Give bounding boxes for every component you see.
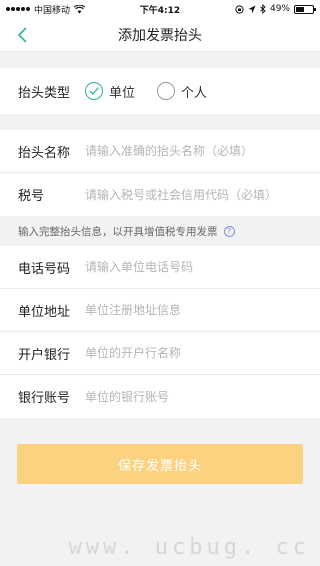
carrier-label: 中国移动 bbox=[34, 5, 71, 16]
form-row-address: 单位地址 bbox=[0, 289, 320, 332]
radio-checked-icon[interactable] bbox=[85, 82, 103, 100]
signal-dots-icon bbox=[6, 7, 30, 11]
tax-id-input[interactable] bbox=[85, 187, 302, 202]
field-label-bank: 开户银行 bbox=[18, 347, 71, 363]
field-label-address: 单位地址 bbox=[18, 304, 71, 320]
type-section: 抬头类型 单位 个人 bbox=[0, 68, 320, 114]
account-input[interactable] bbox=[85, 389, 302, 404]
status-bar: 中国移动 下午4:12 49% bbox=[0, 0, 320, 18]
nav-bar: 添加发票抬头 bbox=[0, 18, 320, 52]
form-row-title-name: 抬头名称 bbox=[0, 130, 320, 173]
form-row-phone: 电话号码 bbox=[0, 246, 320, 289]
save-invoice-header-button[interactable]: 保存发票抬头 bbox=[17, 444, 303, 484]
radio-option-company[interactable]: 单位 bbox=[85, 82, 135, 101]
title-name-input[interactable] bbox=[85, 144, 302, 158]
bluetooth-icon bbox=[260, 4, 266, 14]
checkmark-icon bbox=[89, 87, 99, 95]
address-input[interactable] bbox=[85, 303, 302, 317]
field-label-title-name: 抬头名称 bbox=[18, 145, 71, 161]
location-arrow-icon bbox=[248, 5, 256, 13]
form-row-tax-id: 税号 bbox=[0, 173, 320, 216]
bank-input[interactable] bbox=[85, 346, 302, 360]
battery-icon bbox=[293, 4, 316, 14]
form-row-account: 银行账号 bbox=[0, 375, 320, 418]
save-area: 保存发票抬头 bbox=[0, 418, 320, 484]
battery-fill bbox=[295, 6, 304, 12]
question-circle-icon[interactable]: ? bbox=[223, 225, 235, 237]
field-label-phone: 电话号码 bbox=[18, 261, 71, 277]
extra-section: 电话号码 单位地址 开户银行 银行账号 bbox=[0, 246, 320, 418]
basic-section: 抬头名称 税号 bbox=[0, 130, 320, 216]
type-label: 抬头类型 bbox=[18, 85, 71, 101]
section-gap bbox=[0, 52, 320, 68]
radio-label-personal: 个人 bbox=[181, 85, 208, 101]
phone-input[interactable] bbox=[85, 260, 302, 274]
status-left: 中国移动 bbox=[6, 3, 86, 16]
field-label-account: 银行账号 bbox=[18, 391, 71, 406]
radio-option-personal[interactable]: 个人 bbox=[157, 82, 207, 101]
type-row: 抬头类型 单位 个人 bbox=[0, 68, 320, 114]
status-right: 49% bbox=[235, 4, 316, 14]
hint-bar: 输入完整抬头信息，以开具增值税专用发票 ? bbox=[0, 216, 320, 246]
wifi-icon bbox=[74, 4, 86, 13]
hint-text: 输入完整抬头信息，以开具增值税专用发票 bbox=[18, 225, 218, 238]
field-label-tax-id: 税号 bbox=[18, 189, 45, 204]
battery-percent: 49% bbox=[269, 4, 290, 14]
radio-label-company: 单位 bbox=[109, 85, 136, 101]
chevron-left-icon[interactable] bbox=[14, 26, 32, 44]
status-time: 下午4:12 bbox=[139, 5, 181, 16]
form-row-bank: 开户银行 bbox=[0, 332, 320, 375]
radio-unchecked-icon[interactable] bbox=[157, 82, 176, 100]
section-gap bbox=[0, 114, 320, 130]
page-title: 添加发票抬头 bbox=[118, 27, 202, 44]
watermark: www. ucbug. cc bbox=[68, 535, 310, 560]
orientation-lock-icon bbox=[235, 4, 244, 14]
